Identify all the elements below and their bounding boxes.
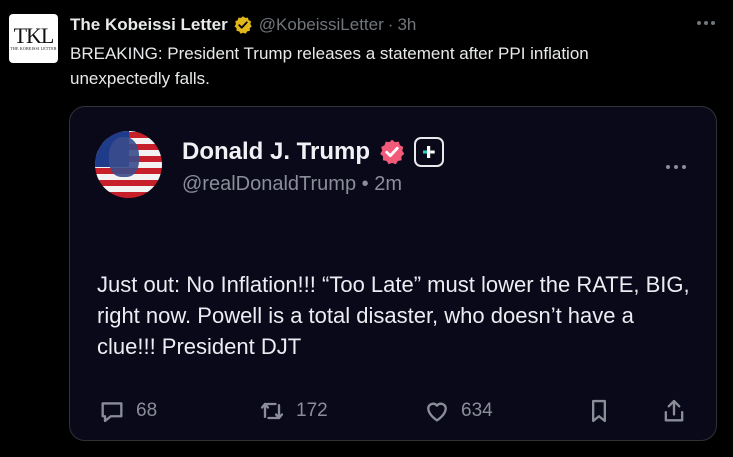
post-header: The Kobeissi Letter @KobeissiLetter · 3h <box>70 15 416 35</box>
like-count: 634 <box>461 400 493 421</box>
quoted-post-text: Just out: No Inflation!!! “Too Late” mus… <box>97 272 690 359</box>
bookmark-button[interactable] <box>585 397 613 425</box>
post-time[interactable]: 3h <box>397 15 416 35</box>
pink-verified-icon <box>378 138 406 166</box>
share-icon <box>664 399 684 422</box>
reply-count: 68 <box>136 400 158 421</box>
reply-icon <box>101 402 123 423</box>
follow-plus-icon[interactable] <box>414 137 445 167</box>
like-icon <box>427 402 447 422</box>
avatar-logo-text: TKL <box>13 22 55 48</box>
avatar-logo-subtext: THE KOBEISSI LETTER <box>10 45 57 51</box>
quoted-time[interactable]: 2m <box>374 173 402 195</box>
quoted-subline: @realDonaldTrump • 2m <box>182 173 402 196</box>
quoted-header: Donald J. Trump <box>182 137 445 167</box>
repost-button[interactable]: 172 <box>258 397 328 425</box>
quoted-separator-dot: • <box>361 173 369 195</box>
author-handle[interactable]: @KobeissiLetter <box>259 15 384 35</box>
more-icon[interactable] <box>697 18 717 28</box>
post-text: BREAKING: President Trump releases a sta… <box>70 44 589 88</box>
reply-button[interactable]: 68 <box>98 397 157 425</box>
quoted-author-handle[interactable]: @realDonaldTrump <box>182 173 356 195</box>
quoted-post-card[interactable]: Donald J. Trump @realDonaldTrump • 2m Ju… <box>69 106 717 441</box>
quoted-action-bar: 68 172 634 <box>98 397 698 431</box>
author-name[interactable]: The Kobeissi Letter <box>70 15 228 35</box>
bookmark-icon <box>592 399 606 423</box>
separator-dot: · <box>387 15 394 34</box>
like-button[interactable]: 634 <box>423 397 493 425</box>
quoted-author-avatar[interactable] <box>95 131 162 198</box>
quoted-author-name[interactable]: Donald J. Trump <box>182 138 370 166</box>
post-avatar[interactable]: TKL THE KOBEISSI LETTER <box>9 14 58 63</box>
repost-icon <box>260 402 284 420</box>
repost-count: 172 <box>296 400 328 421</box>
share-button[interactable] <box>660 397 688 425</box>
quoted-more-icon[interactable] <box>666 165 686 169</box>
gold-verified-icon[interactable] <box>233 15 253 35</box>
